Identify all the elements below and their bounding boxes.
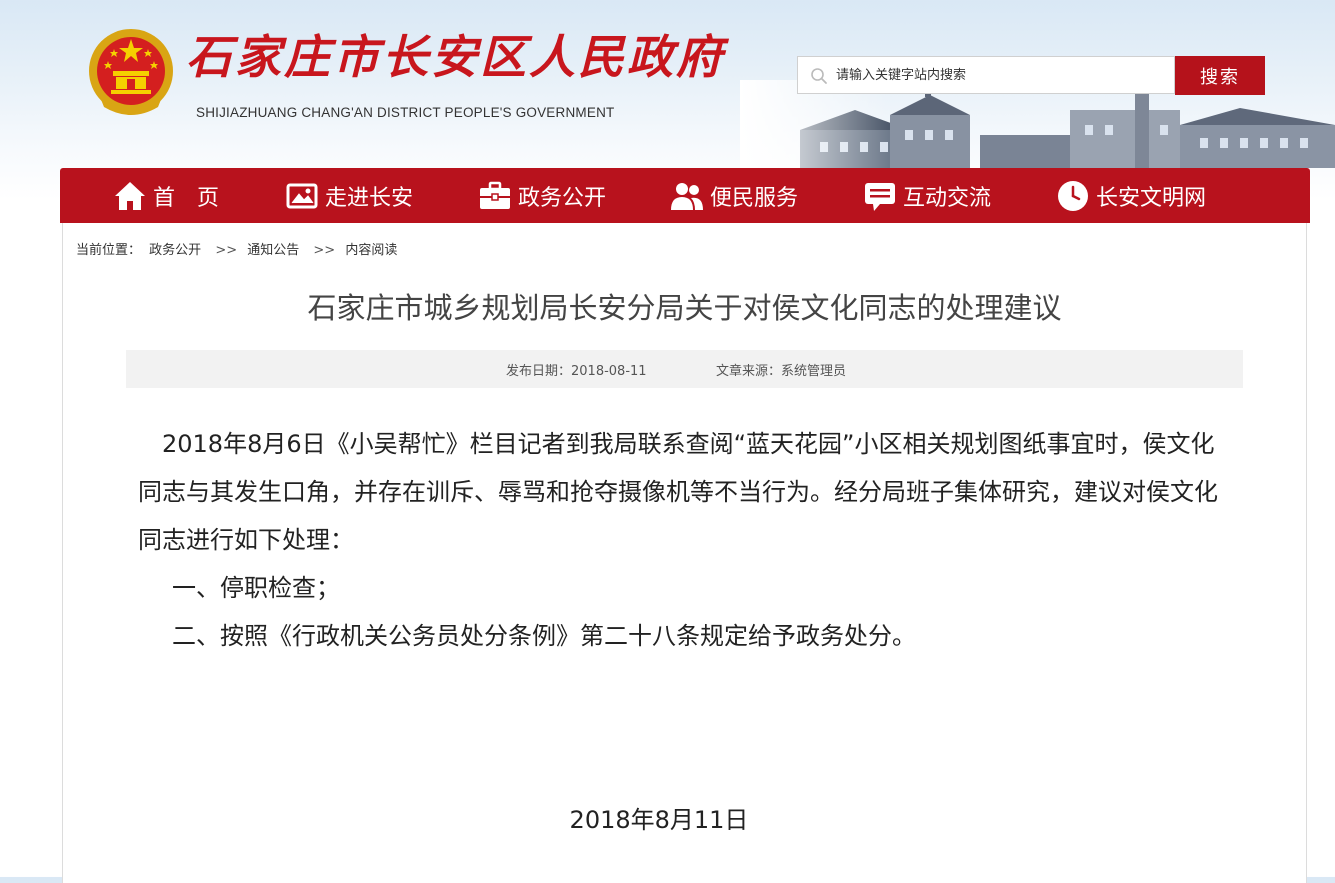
- nav-item-public-services[interactable]: 便民服务: [670, 168, 798, 223]
- article-meta: 发布日期：2018-08-11 文章来源：系统管理员: [126, 350, 1243, 388]
- publish-date: 发布日期：2018-08-11: [506, 364, 647, 379]
- search-button[interactable]: 搜索: [1175, 56, 1265, 95]
- article-paragraph: 二、按照《行政机关公务员处分条例》第二十八条规定给予政务处分。: [172, 622, 916, 650]
- article-paragraph: 2018年8月6日《小吴帮忙》栏目记者到我局联系查阅“蓝天花园”小区相关规划图纸…: [138, 430, 1218, 554]
- nav-label-public-services: 便民服务: [710, 185, 799, 211]
- chat-icon: [865, 182, 895, 211]
- breadcrumb-current: 内容阅读: [345, 243, 398, 258]
- nav-item-about-changan[interactable]: 走进长安: [285, 168, 413, 223]
- nav-label-about-changan: 走进长安: [325, 185, 414, 211]
- breadcrumb-link-government-affairs[interactable]: 政务公开: [149, 243, 201, 258]
- nav-item-home[interactable]: 首页: [113, 168, 241, 223]
- breadcrumb-prefix: 当前位置：: [76, 243, 142, 258]
- main-navigation: 首页 走进长安 政务公开 便民服务 互动交流 长安文明网: [60, 168, 1310, 223]
- nav-label-civilization-net: 长安文明网: [1096, 185, 1207, 211]
- article-paragraph: 一、停职检查；: [172, 574, 340, 602]
- breadcrumb-link-notices[interactable]: 通知公告: [247, 243, 299, 258]
- briefcase-icon: [480, 181, 510, 209]
- nav-label-government-affairs: 政务公开: [518, 185, 607, 211]
- article-date: 2018年8月11日: [569, 806, 749, 834]
- home-icon: [115, 181, 145, 210]
- picture-icon: [286, 183, 318, 208]
- nav-item-government-affairs[interactable]: 政务公开: [478, 168, 606, 223]
- site-header: 石家庄市长安区人民政府 SHIJIAZHUANG CHANG'AN DISTRI…: [0, 0, 1335, 168]
- article-body: 2018年8月6日《小吴帮忙》栏目记者到我局联系查阅“蓝天花园”小区相关规划图纸…: [138, 420, 1228, 660]
- article-title: 石家庄市城乡规划局长安分局关于对侯文化同志的处理建议: [307, 291, 1062, 325]
- nav-item-civilization-net[interactable]: 长安文明网: [1056, 168, 1206, 223]
- national-emblem-logo: [89, 29, 173, 115]
- nav-label-home: 首页: [153, 185, 242, 211]
- search-icon: [811, 68, 827, 84]
- breadcrumb-separator: >>: [215, 243, 238, 258]
- clock-icon: [1058, 180, 1088, 211]
- site-title: 石家庄市长安区人民政府: [186, 30, 725, 84]
- site-subtitle: SHIJIAZHUANG CHANG'AN DISTRICT PEOPLE'S …: [196, 105, 615, 120]
- search-box: [797, 56, 1175, 94]
- people-icon: [671, 182, 703, 210]
- nav-item-interaction[interactable]: 互动交流: [863, 168, 991, 223]
- breadcrumb-separator: >>: [313, 243, 336, 258]
- article-source: 文章来源：系统管理员: [716, 364, 847, 379]
- breadcrumb: 当前位置： 政务公开 >> 通知公告 >> 内容阅读: [76, 239, 401, 258]
- nav-label-interaction: 互动交流: [903, 185, 992, 211]
- search-input[interactable]: [836, 57, 1166, 93]
